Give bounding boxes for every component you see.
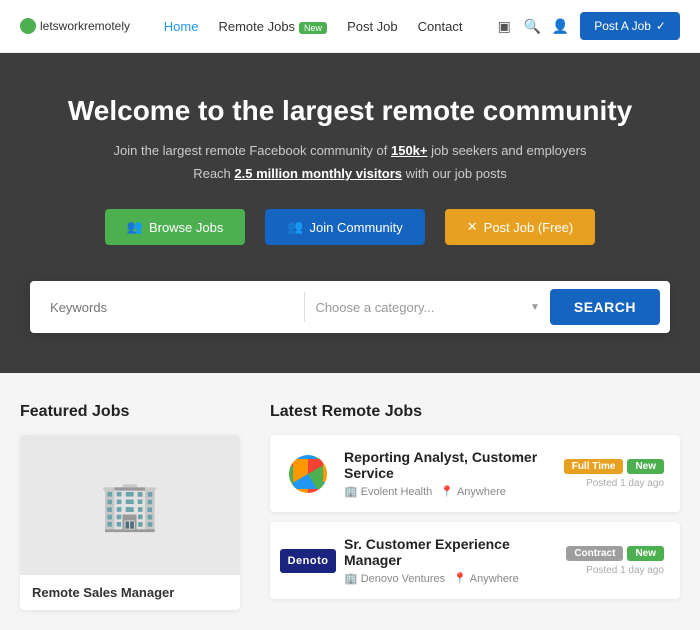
nav-home[interactable]: Home	[164, 19, 199, 34]
logo: letsworkremotely	[20, 18, 130, 34]
hero-title: Welcome to the largest remote community	[60, 93, 640, 129]
featured-section: Featured Jobs 🏢 Remote Sales Manager	[20, 403, 240, 610]
category-select[interactable]: Choose a category...	[305, 292, 549, 323]
nav-remote-jobs[interactable]: Remote JobsNew	[218, 19, 327, 34]
logo-text: letsworkremotely	[40, 19, 130, 33]
building-icon: 🏢	[100, 477, 160, 534]
company-name: 🏢 Evolent Health	[344, 485, 432, 498]
category-wrapper: Choose a category...	[305, 292, 549, 323]
job-badges: Contract New Posted 1 day ago	[566, 546, 664, 576]
keywords-input[interactable]	[40, 292, 304, 323]
location: 📍 Anywhere	[440, 485, 506, 498]
location-icon: 📍	[453, 572, 467, 585]
posted-time: Posted 1 day ago	[586, 478, 664, 489]
join-icon: 👥	[287, 219, 303, 235]
contract-badge: Contract	[566, 546, 623, 561]
location-icon: 📍	[440, 485, 454, 498]
job-title: Reporting Analyst, Customer Service	[344, 449, 550, 481]
job-meta: 🏢 Evolent Health 📍 Anywhere	[344, 485, 550, 498]
badge-row: Full Time New	[564, 459, 664, 474]
hero-buttons: 👥 Browse Jobs 👥 Join Community ✕ Post Jo…	[60, 209, 640, 245]
job-title: Sr. Customer Experience Manager	[344, 536, 552, 568]
new-badge: New	[627, 546, 664, 561]
hero-link-150k[interactable]: 150k+	[391, 143, 428, 158]
browse-icon: 👥	[127, 219, 143, 235]
location: 📍 Anywhere	[453, 572, 519, 585]
company-logo-ring	[289, 455, 327, 493]
latest-section: Latest Remote Jobs Reporting Analyst, Cu…	[240, 403, 680, 610]
latest-title: Latest Remote Jobs	[270, 403, 680, 421]
job-badges: Full Time New Posted 1 day ago	[564, 459, 664, 489]
job-logo-denovo: Denoto	[286, 539, 330, 583]
browse-jobs-button[interactable]: 👥 Browse Jobs	[105, 209, 246, 245]
main-content: Featured Jobs 🏢 Remote Sales Manager Lat…	[0, 373, 700, 630]
hero-subtitle2: Reach 2.5 million monthly visitors with …	[60, 166, 640, 181]
featured-job-title: Remote Sales Manager	[32, 585, 228, 600]
search-bar: Choose a category... SEARCH	[30, 281, 670, 333]
join-community-button[interactable]: 👥 Join Community	[265, 209, 424, 245]
nav-links: Home Remote JobsNew Post Job Contact	[164, 19, 463, 34]
featured-title: Featured Jobs	[20, 403, 240, 421]
featured-job-image: 🏢	[20, 435, 240, 575]
nav-post-job[interactable]: Post Job	[347, 19, 398, 34]
navbar: letsworkremotely Home Remote JobsNew Pos…	[0, 0, 700, 53]
company-name: 🏢 Denovo Ventures	[344, 572, 445, 585]
user-icon[interactable]: 👤	[552, 18, 568, 34]
nav-contact[interactable]: Contact	[418, 19, 463, 34]
hero-section: Welcome to the largest remote community …	[0, 53, 700, 305]
post-icon: ✕	[467, 219, 478, 235]
company-icon: 🏢	[344, 485, 358, 498]
job-meta: 🏢 Denovo Ventures 📍 Anywhere	[344, 572, 552, 585]
post-job-icon: ✓	[656, 19, 666, 33]
job-logo-ring	[286, 452, 330, 496]
featured-job-card[interactable]: 🏢 Remote Sales Manager	[20, 435, 240, 610]
post-job-button[interactable]: Post A Job ✓	[580, 12, 680, 40]
hero-link-visitors[interactable]: 2.5 million monthly visitors	[234, 166, 402, 181]
job-info: Sr. Customer Experience Manager 🏢 Denovo…	[344, 536, 552, 585]
featured-card-body: Remote Sales Manager	[20, 575, 240, 610]
logo-icon	[20, 18, 36, 34]
denovo-logo: Denoto	[280, 549, 337, 573]
badge-row: Contract New	[566, 546, 664, 561]
company-icon: 🏢	[344, 572, 358, 585]
fulltime-badge: Full Time	[564, 459, 624, 474]
posted-time: Posted 1 day ago	[586, 565, 664, 576]
nav-actions: ▣ 🔍 👤 Post A Job ✓	[496, 12, 680, 40]
hero-subtitle1: Join the largest remote Facebook communi…	[60, 143, 640, 158]
new-badge: New	[627, 459, 664, 474]
search-icon[interactable]: 🔍	[524, 18, 540, 34]
job-card[interactable]: Denoto Sr. Customer Experience Manager 🏢…	[270, 522, 680, 599]
post-job-free-button[interactable]: ✕ Post Job (Free)	[445, 209, 596, 245]
bookmark-icon[interactable]: ▣	[496, 18, 512, 34]
job-info: Reporting Analyst, Customer Service 🏢 Ev…	[344, 449, 550, 498]
remote-jobs-badge: New	[299, 22, 327, 34]
search-button[interactable]: SEARCH	[550, 289, 660, 325]
job-card[interactable]: Reporting Analyst, Customer Service 🏢 Ev…	[270, 435, 680, 512]
